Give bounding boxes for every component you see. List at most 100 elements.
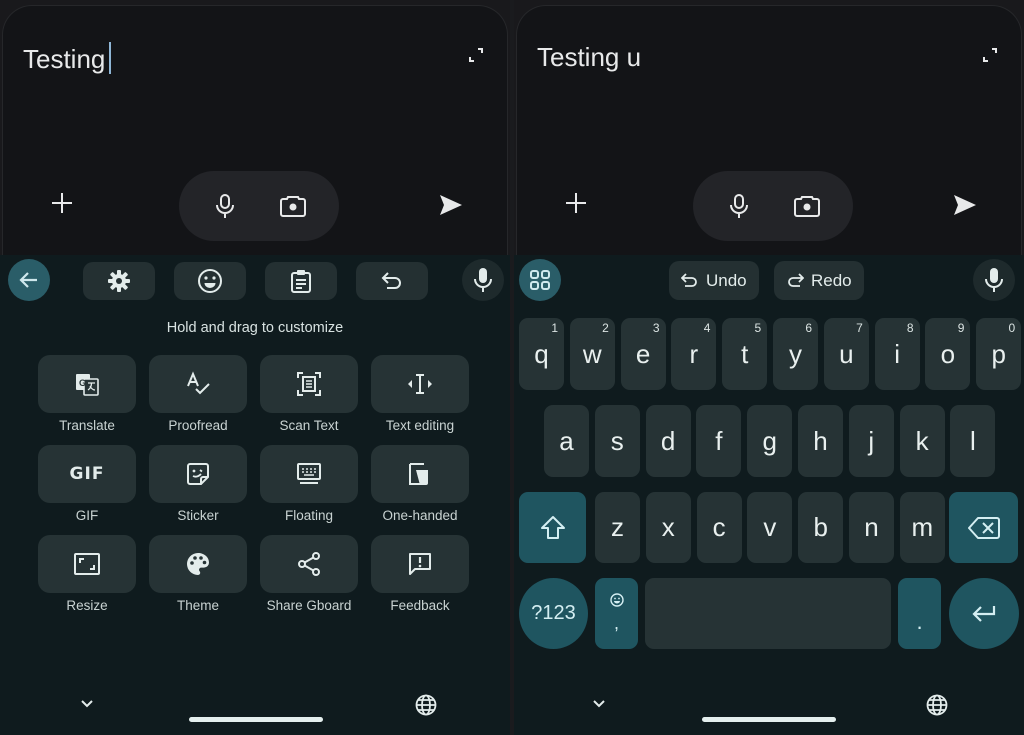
undo-icon [381, 271, 403, 291]
backspace-key[interactable] [949, 492, 1018, 563]
undo-button[interactable] [356, 262, 428, 300]
key-x[interactable]: x [645, 492, 691, 563]
open-toolbar-button[interactable] [519, 259, 561, 301]
send-icon[interactable] [953, 194, 977, 216]
message-input[interactable]: Testing u [537, 42, 641, 73]
floating-keyboard-icon [296, 461, 322, 487]
key-char: e [635, 338, 651, 369]
tile-floating[interactable] [260, 445, 358, 503]
key-f[interactable]: f [696, 405, 742, 477]
enter-icon [971, 604, 997, 624]
key-q[interactable]: q1 [519, 318, 564, 390]
tile-resize[interactable] [38, 535, 136, 593]
hide-keyboard-chevron-icon[interactable] [591, 696, 607, 712]
hide-keyboard-chevron-icon[interactable] [79, 696, 95, 712]
backspace-icon [967, 516, 1000, 540]
tile-theme[interactable] [149, 535, 247, 593]
key-number-hint: 5 [754, 321, 762, 335]
undo-icon [681, 272, 699, 289]
tile-gif[interactable]: GIF [38, 445, 136, 503]
key-e[interactable]: e3 [620, 318, 666, 390]
clipboard-button[interactable] [265, 262, 337, 300]
key-y[interactable]: y6 [773, 318, 818, 390]
home-indicator[interactable] [189, 717, 323, 722]
tile-translate[interactable]: G [38, 355, 136, 413]
key-w[interactable]: w2 [569, 318, 615, 390]
key-char: d [660, 425, 676, 456]
shift-key[interactable] [519, 492, 586, 563]
feedback-icon [407, 551, 433, 577]
key-n[interactable]: n [849, 492, 894, 563]
voice-input-button[interactable] [973, 259, 1015, 301]
voice-input-button[interactable] [462, 259, 504, 301]
tile-label: Proofread [168, 418, 228, 433]
key-number-hint: 2 [602, 321, 609, 335]
emoji-icon [197, 268, 223, 294]
add-attachment-icon[interactable] [563, 190, 589, 216]
key-b[interactable]: b [798, 492, 844, 563]
tile-feedback[interactable] [371, 535, 469, 593]
tile-label: One-handed [382, 508, 458, 523]
key-char: c [712, 512, 726, 542]
key-number-hint: 4 [703, 321, 711, 335]
tile-scan-text[interactable] [260, 355, 358, 413]
key-r[interactable]: r4 [671, 318, 717, 390]
key-m[interactable]: m [899, 492, 945, 563]
microphone-icon[interactable] [727, 193, 751, 219]
globe-icon[interactable] [415, 694, 437, 716]
tile-label: Scan Text [279, 418, 339, 433]
share-icon [296, 551, 322, 577]
expand-icon[interactable] [467, 46, 485, 64]
key-v[interactable]: v [747, 492, 793, 563]
back-button[interactable] [8, 259, 50, 301]
home-indicator[interactable] [702, 717, 836, 722]
period-key[interactable]: . [898, 578, 941, 649]
add-attachment-icon[interactable] [49, 190, 75, 216]
tile-sticker[interactable] [149, 445, 247, 503]
tile-label: Sticker [177, 508, 219, 523]
settings-button[interactable] [83, 262, 155, 300]
camera-icon[interactable] [279, 193, 307, 219]
key-char: b [813, 512, 828, 542]
key-z[interactable]: z [595, 492, 640, 563]
space-bar[interactable] [645, 578, 891, 649]
tile-proofread[interactable] [149, 355, 247, 413]
emoji-icon [609, 593, 624, 607]
tile-one-handed[interactable] [371, 445, 469, 503]
key-u[interactable]: u7 [823, 318, 869, 390]
key-o[interactable]: o9 [925, 318, 971, 390]
key-k[interactable]: k [899, 405, 945, 477]
key-char: v [763, 512, 777, 542]
key-a[interactable]: a [544, 405, 589, 477]
key-char: y [789, 338, 802, 369]
key-c[interactable]: c [696, 492, 742, 563]
emoji-button[interactable] [174, 262, 246, 300]
redo-chip[interactable]: Redo [774, 261, 864, 300]
comma-emoji-key[interactable]: , [595, 578, 638, 649]
key-d[interactable]: d [645, 405, 691, 477]
tile-label: Translate [59, 418, 115, 433]
key-s[interactable]: s [594, 405, 640, 477]
tile-text-editing[interactable] [371, 355, 469, 413]
key-t[interactable]: t5 [722, 318, 768, 390]
undo-chip[interactable]: Undo [669, 261, 759, 300]
globe-icon[interactable] [926, 694, 948, 716]
tile-share-gboard[interactable] [260, 535, 358, 593]
camera-icon[interactable] [793, 193, 821, 219]
send-icon[interactable] [439, 194, 463, 216]
key-i[interactable]: i8 [874, 318, 920, 390]
tile-label: Floating [284, 508, 334, 523]
key-h[interactable]: h [798, 405, 843, 477]
undo-label: Undo [706, 270, 747, 290]
key-p[interactable]: p0 [976, 318, 1022, 390]
microphone-icon[interactable] [213, 193, 237, 219]
symbols-key[interactable]: ?123 [519, 578, 588, 649]
expand-icon[interactable] [981, 46, 999, 64]
enter-key[interactable] [949, 578, 1019, 649]
key-number-hint: 8 [906, 321, 914, 335]
key-j[interactable]: j [848, 405, 894, 477]
key-g[interactable]: g [747, 405, 793, 477]
one-handed-icon [407, 461, 433, 487]
key-l[interactable]: l [950, 405, 996, 477]
message-input[interactable]: Testing [23, 42, 112, 75]
